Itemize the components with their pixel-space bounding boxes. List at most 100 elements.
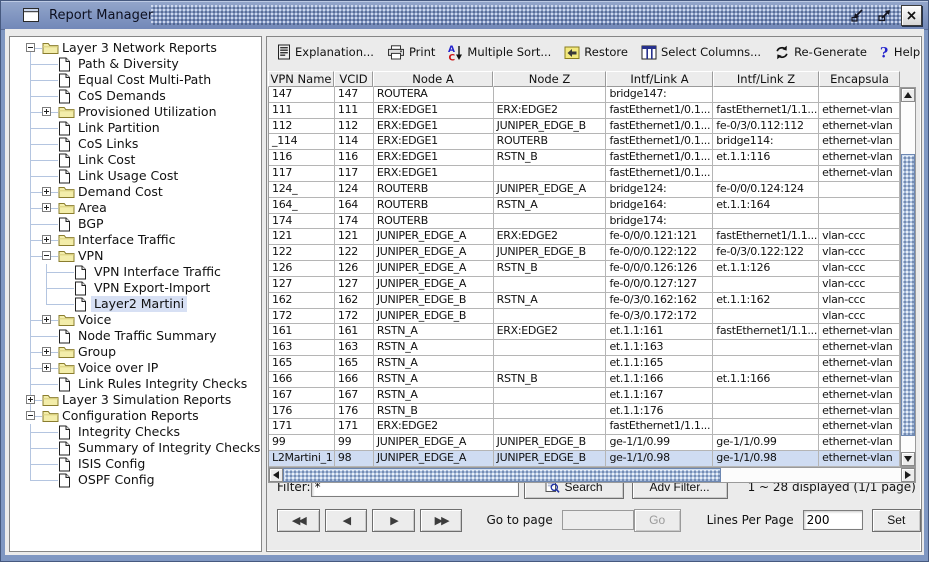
tree-item-label[interactable]: CoS Demands	[75, 88, 169, 104]
tree-item-label[interactable]: CoS Links	[75, 136, 141, 152]
table-row[interactable]: 163163RSTN_Aet.1.1:163ethernet-vlan	[269, 340, 900, 356]
tree-item-label[interactable]: Group	[75, 344, 119, 360]
tree-item-demand-cost[interactable]: Demand Cost	[10, 184, 261, 200]
tree-item-vpn-export-import[interactable]: VPN Export-Import	[10, 280, 261, 296]
table-row[interactable]: 122122JUNIPER_EDGE_AJUNIPER_EDGE_Bfe-0/0…	[269, 245, 900, 261]
tree-item-label[interactable]: Integrity Checks	[75, 424, 183, 440]
tree-item-provisioned-utilization[interactable]: Provisioned Utilization	[10, 104, 261, 120]
multiple-sort-button[interactable]: ACMultiple Sort...	[448, 44, 551, 61]
expand-plus-icon[interactable]	[42, 203, 51, 212]
go-button[interactable]: Go	[634, 509, 681, 532]
table-row[interactable]: 162162JUNIPER_EDGE_BRSTN_Afe-0/3/0.162:1…	[269, 293, 900, 309]
tree-item-integrity-checks[interactable]: Integrity Checks	[10, 424, 261, 440]
vertical-scroll-thumb[interactable]	[901, 154, 915, 436]
tree-item-cos-demands[interactable]: CoS Demands	[10, 88, 261, 104]
column-header-node-a[interactable]: Node A	[373, 71, 493, 87]
table-row[interactable]: 126126JUNIPER_EDGE_ARSTN_Bfe-0/0/0.126:1…	[269, 261, 900, 277]
tree-item-layer-3-simulation-reports[interactable]: Layer 3 Simulation Reports	[10, 392, 261, 408]
table-row[interactable]: 111111ERX:EDGE1ERX:EDGE2fastEthernet1/0.…	[269, 103, 900, 119]
tree-item-link-usage-cost[interactable]: Link Usage Cost	[10, 168, 261, 184]
scroll-up-button[interactable]	[901, 88, 915, 102]
horizontal-scroll-thumb[interactable]	[283, 468, 721, 482]
table-row[interactable]: 167167RSTN_Aet.1.1:167ethernet-vlan	[269, 388, 900, 404]
lines-per-page-input[interactable]	[803, 510, 863, 530]
tree-item-voice[interactable]: Voice	[10, 312, 261, 328]
expand-plus-icon[interactable]	[42, 187, 51, 196]
expand-plus-icon[interactable]	[42, 107, 51, 116]
explanation-button[interactable]: Explanation...	[277, 44, 374, 60]
table-row[interactable]: 174174ROUTERBbridge174:	[269, 214, 900, 230]
tree-item-link-cost[interactable]: Link Cost	[10, 152, 261, 168]
maximize-icon[interactable]	[874, 6, 894, 24]
goto-page-input[interactable]	[562, 510, 634, 530]
tree-item-vpn[interactable]: VPN	[10, 248, 261, 264]
tree-item-label[interactable]: OSPF Config	[75, 472, 158, 488]
tree-item-bgp[interactable]: BGP	[10, 216, 261, 232]
tree-item-label[interactable]: BGP	[75, 216, 107, 232]
tree-item-ospf-config[interactable]: OSPF Config	[10, 472, 261, 488]
table-row[interactable]: 164_164ROUTERBRSTN_Abridge164:et.1.1:164	[269, 198, 900, 214]
tree-item-voice-over-ip[interactable]: Voice over IP	[10, 360, 261, 376]
table-row[interactable]: 147147ROUTERAbridge147:	[269, 87, 900, 103]
set-button[interactable]: Set	[872, 509, 921, 532]
help-button[interactable]: ?Help	[880, 45, 920, 60]
table-row[interactable]: 166166RSTN_ARSTN_Bet.1.1:166et.1.1:166et…	[269, 372, 900, 388]
tree-item-label[interactable]: VPN	[75, 248, 106, 264]
tree-item-label[interactable]: Node Traffic Summary	[75, 328, 220, 344]
prev-page-button[interactable]: ◀	[325, 509, 368, 532]
first-page-button[interactable]: ◀◀	[277, 509, 320, 532]
tree-item-label[interactable]: Link Rules Integrity Checks	[75, 376, 250, 392]
select-columns-button[interactable]: Select Columns...	[641, 45, 761, 60]
scroll-left-button[interactable]	[269, 468, 283, 482]
tree-item-label[interactable]: Area	[75, 200, 110, 216]
minimize-icon[interactable]	[847, 6, 867, 24]
expand-plus-icon[interactable]	[42, 315, 51, 324]
titlebar[interactable]: Report Manager	[1, 1, 928, 30]
table-row[interactable]: 127127JUNIPER_EDGE_Afe-0/0/0.127:127vlan…	[269, 277, 900, 293]
expand-plus-icon[interactable]	[42, 235, 51, 244]
vertical-scrollbar[interactable]	[900, 87, 916, 467]
expand-plus-icon[interactable]	[26, 395, 35, 404]
expand-plus-icon[interactable]	[42, 347, 51, 356]
tree-item-layer-3-network-reports[interactable]: Layer 3 Network Reports	[10, 40, 261, 56]
tree-item-summary-of-integrity-checks[interactable]: Summary of Integrity Checks	[10, 440, 261, 456]
tree-item-label[interactable]: Summary of Integrity Checks	[75, 440, 262, 456]
column-header-intf-link-z[interactable]: Intf/Link Z	[713, 71, 819, 87]
print-button[interactable]: Print	[387, 45, 435, 60]
tree-item-label[interactable]: VPN Interface Traffic	[91, 264, 224, 280]
table-row[interactable]: L2Martini_198JUNIPER_EDGE_AJUNIPER_EDGE_…	[269, 451, 900, 467]
collapse-minus-icon[interactable]	[26, 411, 35, 420]
column-header-node-z[interactable]: Node Z	[493, 71, 606, 87]
table-row[interactable]: 9999JUNIPER_EDGE_AJUNIPER_EDGE_Bge-1/1/0…	[269, 435, 900, 451]
tree-item-label[interactable]: Provisioned Utilization	[75, 104, 220, 120]
tree-item-link-rules-integrity-checks[interactable]: Link Rules Integrity Checks	[10, 376, 261, 392]
tree-item-label[interactable]: Layer 3 Network Reports	[59, 40, 220, 56]
tree-item-label[interactable]: Link Partition	[75, 120, 163, 136]
tree-item-label[interactable]: Link Usage Cost	[75, 168, 181, 184]
expand-plus-icon[interactable]	[42, 363, 51, 372]
tree-item-configuration-reports[interactable]: Configuration Reports	[10, 408, 261, 424]
table-row[interactable]: 161161RSTN_AERX:EDGE2et.1.1:161fastEther…	[269, 324, 900, 340]
table-row[interactable]: 165165RSTN_Aet.1.1:165ethernet-vlan	[269, 356, 900, 372]
table-row[interactable]: 121121JUNIPER_EDGE_AERX:EDGE2fe-0/0/0.12…	[269, 229, 900, 245]
tree-item-label[interactable]: Configuration Reports	[59, 408, 202, 424]
tree-item-layer2-martini[interactable]: Layer2 Martini	[10, 296, 261, 312]
scroll-right-button[interactable]	[901, 468, 915, 482]
last-page-button[interactable]: ▶▶	[420, 509, 463, 532]
next-page-button[interactable]: ▶	[372, 509, 415, 532]
table-row[interactable]: 172172JUNIPER_EDGE_Bfe-0/3/0.172:172vlan…	[269, 309, 900, 325]
table-row[interactable]: 112112ERX:EDGE1JUNIPER_EDGE_BfastEtherne…	[269, 119, 900, 135]
regenerate-button[interactable]: Re-Generate	[774, 45, 867, 60]
column-header-vcid[interactable]: VCID	[334, 71, 373, 87]
scroll-down-button[interactable]	[901, 452, 915, 466]
collapse-minus-icon[interactable]	[42, 251, 51, 260]
table-row[interactable]: 117117ERX:EDGE1fastEthernet1/0.1...ether…	[269, 166, 900, 182]
tree-item-label[interactable]: VPN Export-Import	[91, 280, 213, 296]
tree-item-label[interactable]: ISIS Config	[75, 456, 148, 472]
tree-item-equal-cost-multi-path[interactable]: Equal Cost Multi-Path	[10, 72, 261, 88]
horizontal-scrollbar[interactable]	[268, 467, 916, 483]
tree-item-interface-traffic[interactable]: Interface Traffic	[10, 232, 261, 248]
column-header-intf-link-a[interactable]: Intf/Link A	[606, 71, 713, 87]
tree-item-isis-config[interactable]: ISIS Config	[10, 456, 261, 472]
tree-item-label[interactable]: Demand Cost	[75, 184, 166, 200]
